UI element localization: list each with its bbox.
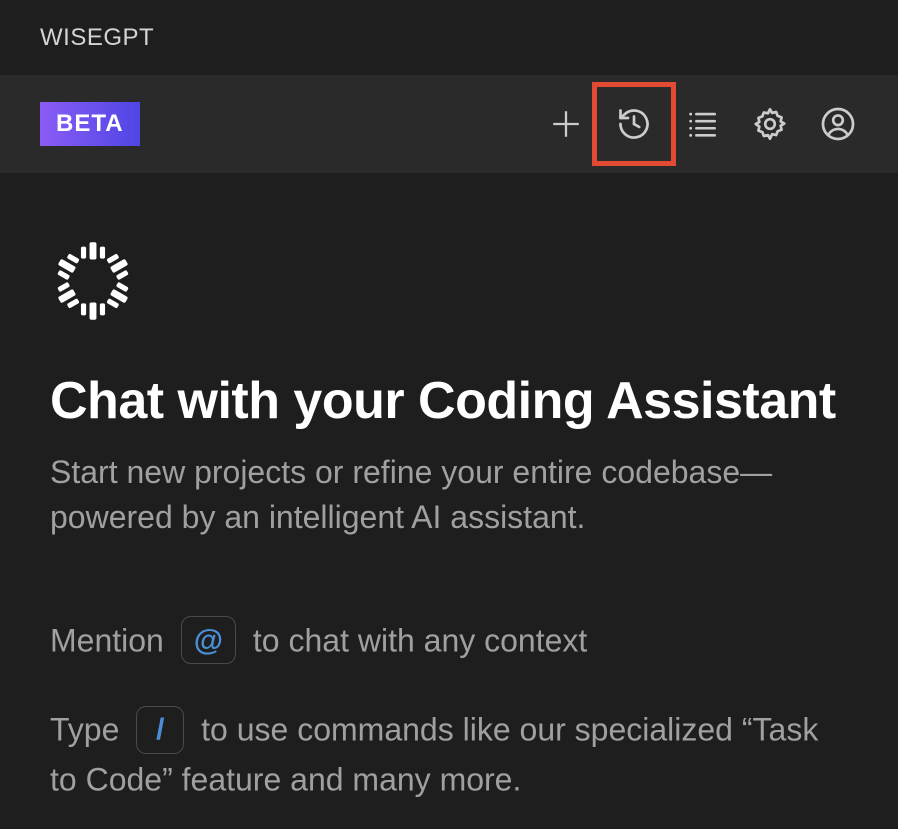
at-key-badge: @ xyxy=(181,616,236,664)
wisegpt-logo-icon xyxy=(50,238,848,324)
app-header: WISEGPT xyxy=(0,0,898,75)
beta-badge: BETA xyxy=(40,102,140,146)
subheading: Start new projects or refine your entire… xyxy=(50,450,848,540)
user-icon xyxy=(820,106,856,142)
app-logo xyxy=(50,238,848,324)
plus-icon xyxy=(549,107,583,141)
list-icon xyxy=(685,107,719,141)
gear-icon xyxy=(752,106,788,142)
slash-key-badge: / xyxy=(136,706,184,754)
settings-button[interactable] xyxy=(750,104,790,144)
command-hint-pre: Type xyxy=(50,712,119,748)
mention-hint-pre: Mention xyxy=(50,622,164,658)
main-heading: Chat with your Coding Assistant xyxy=(50,372,848,430)
main-content: Chat with your Coding Assistant Start ne… xyxy=(0,173,898,803)
mention-hint: Mention @ to chat with any context xyxy=(50,615,848,665)
history-button[interactable] xyxy=(614,104,654,144)
list-button[interactable] xyxy=(682,104,722,144)
mention-hint-post: to chat with any context xyxy=(253,622,587,658)
command-hint: Type / to use commands like our speciali… xyxy=(50,704,848,802)
app-title: WISEGPT xyxy=(40,24,154,52)
new-chat-button[interactable] xyxy=(546,104,586,144)
toolbar: BETA xyxy=(0,75,898,173)
account-button[interactable] xyxy=(818,104,858,144)
toolbar-icons xyxy=(546,104,858,144)
history-icon xyxy=(616,106,652,142)
